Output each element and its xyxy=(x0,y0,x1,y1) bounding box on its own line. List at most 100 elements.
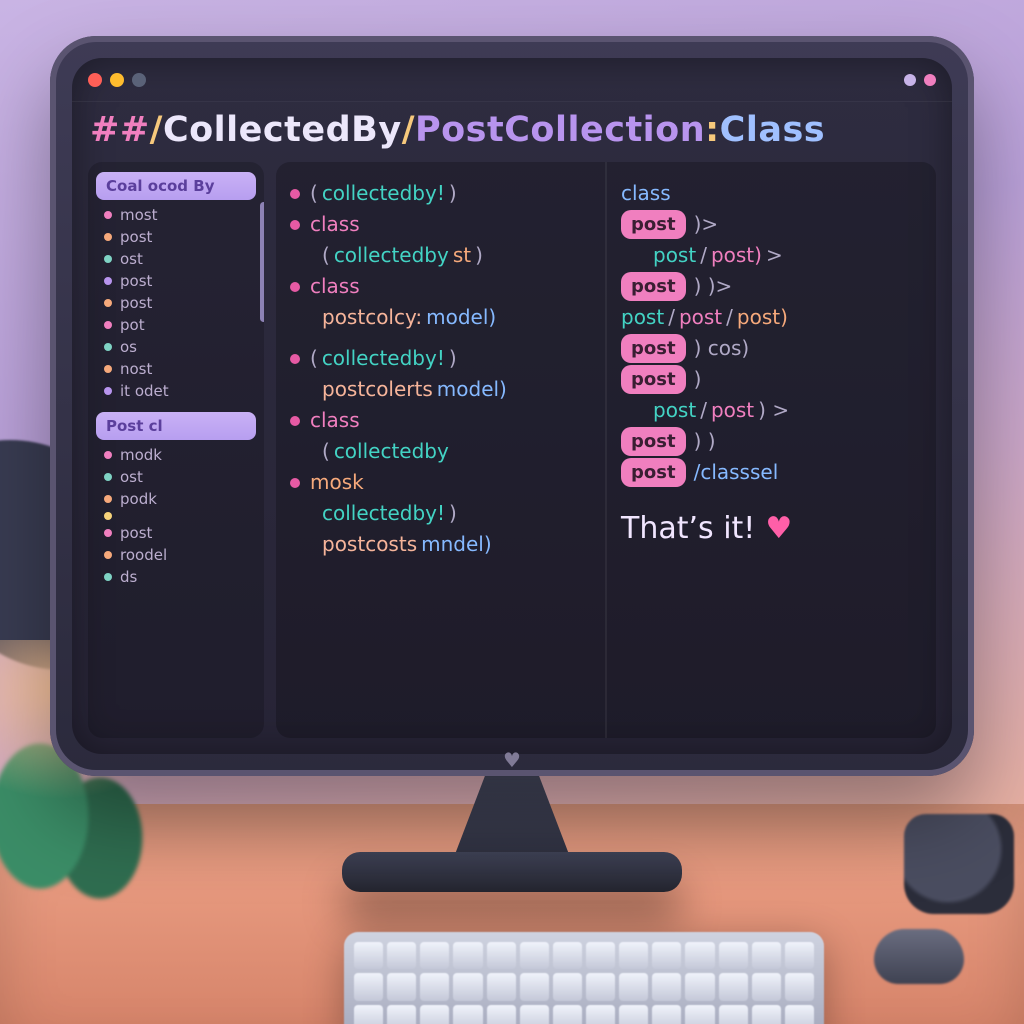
code-token: post) xyxy=(711,240,762,271)
sidebar-item[interactable]: ds xyxy=(96,566,256,588)
code-token: ( xyxy=(322,436,330,467)
gutter-dot-icon xyxy=(290,478,300,488)
code-token: model) xyxy=(437,374,507,405)
path-segment-3: Class xyxy=(720,110,825,150)
sidebar-item[interactable]: pot xyxy=(96,314,256,336)
sidebar-item[interactable]: ost xyxy=(96,248,256,270)
code-token: /classsel xyxy=(694,457,779,488)
sidebar-section-title: Post cl xyxy=(106,417,163,435)
file-dot-icon xyxy=(104,495,112,503)
sidebar-section-header[interactable]: Coal ocod By xyxy=(96,172,256,200)
sidebar-item-label: ost xyxy=(120,250,143,268)
editor-pane-right[interactable]: class post)> post/post)> post) )> post/p… xyxy=(605,162,936,738)
code-token: ) xyxy=(694,364,702,395)
sidebar-item-label: os xyxy=(120,338,137,356)
sidebar-section-header[interactable]: Post cl xyxy=(96,412,256,440)
file-dot-icon xyxy=(104,233,112,241)
monitor-bezel: ##/CollectedBy/PostCollection:Class Coal… xyxy=(50,36,974,776)
sidebar-item[interactable]: post xyxy=(96,226,256,248)
code-token: class xyxy=(310,271,360,302)
keyboard xyxy=(344,932,824,1024)
editor-body: Coal ocod By mostpostostpostpostpotosnos… xyxy=(72,162,952,754)
code-pill: post xyxy=(621,210,686,240)
code-token: collectedby xyxy=(334,240,449,271)
sidebar-item-label: post xyxy=(120,272,152,290)
sidebar-item[interactable]: nost xyxy=(96,358,256,380)
sidebar-item-label: it odet xyxy=(120,382,169,400)
closing-text: That’s it! xyxy=(621,506,755,553)
sidebar-item-label: pot xyxy=(120,316,145,334)
code-pill: post xyxy=(621,427,686,457)
breadcrumb-path: ##/CollectedBy/PostCollection:Class xyxy=(72,102,952,162)
code-token: ) > xyxy=(758,395,789,426)
sidebar-item[interactable]: roodel xyxy=(96,544,256,566)
code-token: collectedby! xyxy=(322,343,445,374)
sidebar-item-label: post xyxy=(120,524,152,542)
sidebar-item[interactable]: post xyxy=(96,270,256,292)
path-slash: / xyxy=(402,110,415,150)
file-dot-icon xyxy=(104,255,112,263)
sidebar-item-label: podk xyxy=(120,490,157,508)
sidebar-item[interactable]: post xyxy=(96,522,256,544)
code-token: collectedby! xyxy=(322,498,445,529)
code-token: postcolerts xyxy=(322,374,433,405)
screen: ##/CollectedBy/PostCollection:Class Coal… xyxy=(72,58,952,754)
sidebar-item[interactable] xyxy=(96,510,256,522)
code-token: class xyxy=(621,178,671,209)
sidebar-item-label: modk xyxy=(120,446,162,464)
code-token: post xyxy=(679,302,722,333)
code-token: / xyxy=(668,302,675,333)
sidebar-item[interactable]: os xyxy=(96,336,256,358)
code-token: post xyxy=(653,395,696,426)
sidebar-item[interactable]: most xyxy=(96,204,256,226)
zoom-icon[interactable] xyxy=(132,73,146,87)
code-token: model) xyxy=(426,302,496,333)
code-token: st xyxy=(453,240,471,271)
editor-pane-left[interactable]: (collectedby!) class (collectedby st ) c… xyxy=(276,162,605,738)
gutter-dot-icon xyxy=(290,282,300,292)
code-token: ( xyxy=(310,178,318,209)
code-token: postcosts xyxy=(322,529,417,560)
sidebar-item[interactable]: it odet xyxy=(96,380,256,402)
code-editor[interactable]: (collectedby!) class (collectedby st ) c… xyxy=(276,162,936,738)
file-dot-icon xyxy=(104,321,112,329)
path-hash: ## xyxy=(90,110,150,150)
sidebar-item[interactable]: podk xyxy=(96,488,256,510)
sidebar-item[interactable]: post xyxy=(96,292,256,314)
close-icon[interactable] xyxy=(88,73,102,87)
minimize-icon[interactable] xyxy=(110,73,124,87)
code-token: ) xyxy=(449,178,457,209)
window-controls xyxy=(88,73,146,87)
thats-it-text: That’s it! ♥ xyxy=(621,506,922,553)
sidebar-item[interactable]: ost xyxy=(96,466,256,488)
file-sidebar[interactable]: Coal ocod By most post ost post post pot os nos… xyxy=(88,162,264,738)
sidebar-item-label: ost xyxy=(120,468,143,486)
gutter-dot-icon xyxy=(290,189,300,199)
code-token: ) xyxy=(449,498,457,529)
indicator-dot xyxy=(904,74,916,86)
code-token: postcolcy: xyxy=(322,302,422,333)
code-token: collectedby xyxy=(334,436,449,467)
code-token: post xyxy=(621,302,664,333)
heart-icon: ♥ xyxy=(765,506,792,553)
window-titlebar xyxy=(72,58,952,102)
mouse xyxy=(874,929,964,984)
sidebar-item-label: roodel xyxy=(120,546,167,564)
scrollbar-thumb[interactable] xyxy=(260,202,264,322)
code-token: ( xyxy=(310,343,318,374)
code-token: class xyxy=(310,209,360,240)
code-token: > xyxy=(766,240,783,271)
file-dot-icon xyxy=(104,387,112,395)
sidebar-item-label: nost xyxy=(120,360,152,378)
code-token: ) xyxy=(475,240,483,271)
code-token: ) cos) xyxy=(694,333,750,364)
file-dot-icon xyxy=(104,299,112,307)
indicator-dot xyxy=(924,74,936,86)
path-segment-1: CollectedBy xyxy=(163,110,402,150)
sidebar-item[interactable]: modk xyxy=(96,444,256,466)
code-token: post xyxy=(653,240,696,271)
code-token: post) xyxy=(737,302,788,333)
gutter-dot-icon xyxy=(290,220,300,230)
sidebar-item-label: most xyxy=(120,206,158,224)
code-pill: post xyxy=(621,334,686,364)
